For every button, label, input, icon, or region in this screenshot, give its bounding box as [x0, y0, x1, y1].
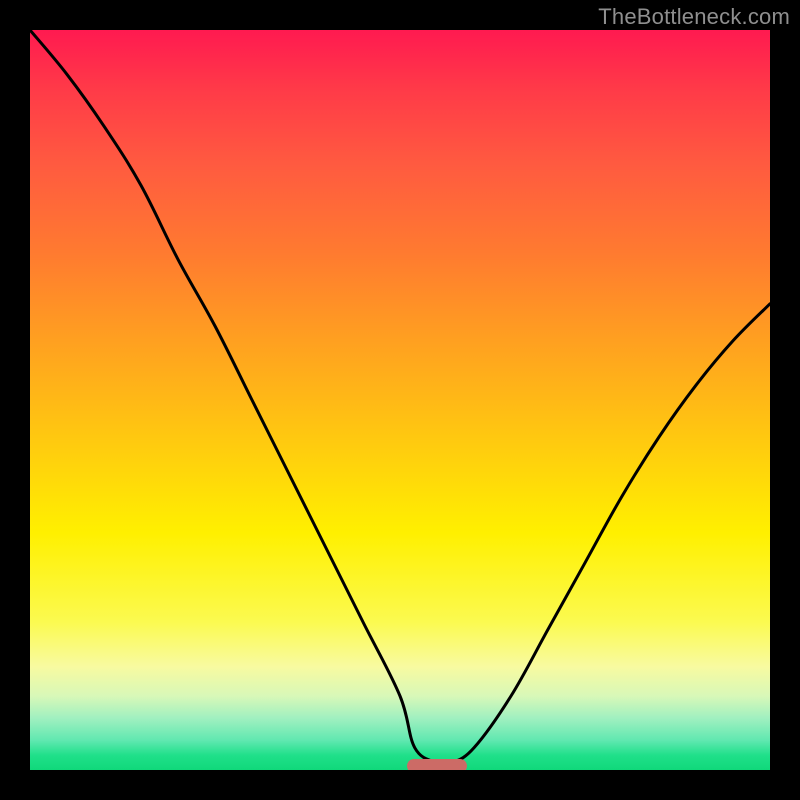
plot-area [30, 30, 770, 770]
bottleneck-curve [30, 30, 770, 770]
optimal-marker [407, 759, 466, 770]
chart-frame: TheBottleneck.com [0, 0, 800, 800]
watermark-text: TheBottleneck.com [598, 4, 790, 30]
